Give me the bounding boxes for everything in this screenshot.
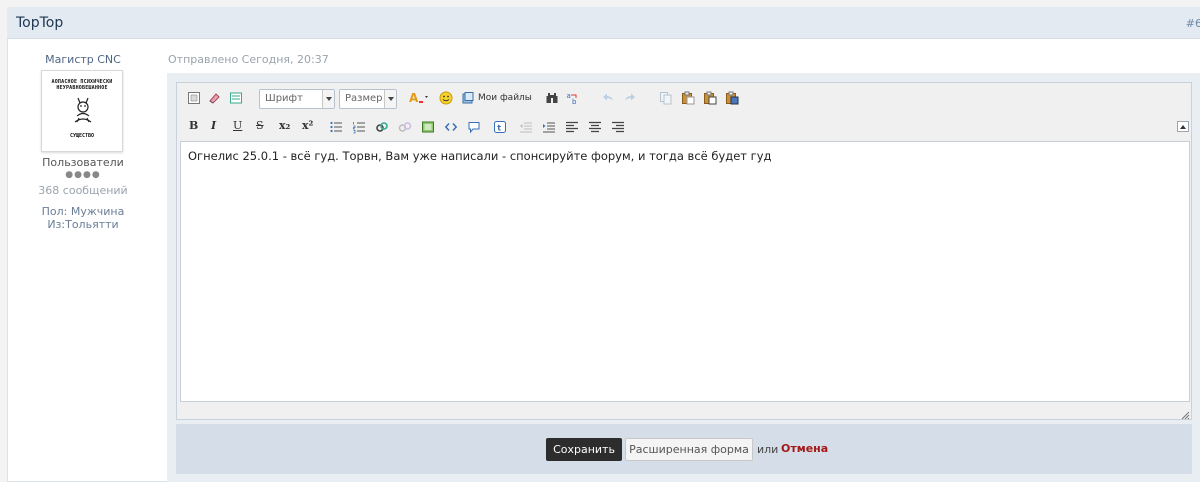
- outdent-icon[interactable]: [518, 119, 534, 135]
- topic-header: TopTop #6: [7, 7, 1200, 39]
- size-select[interactable]: Размер: [339, 89, 397, 109]
- save-button[interactable]: Сохранить: [546, 438, 622, 461]
- toolbar-collapse-button[interactable]: [1177, 121, 1189, 132]
- avatar[interactable]: АОПАСНОЕ ПСИХИЧЕСКИ НЕУРАВНОВЕШАННОЕ СУЩ…: [41, 70, 123, 152]
- superscript-button[interactable]: x²: [302, 119, 313, 132]
- post-editor-textarea[interactable]: Огнелис 25.0.1 - всё гуд. Торвн, Вам уже…: [180, 141, 1190, 402]
- avatar-caption-line-2: НЕУРАВНОВЕШАННОЕ: [56, 85, 108, 91]
- creature-icon: [74, 97, 92, 123]
- city-field: Из:Тольятти: [47, 218, 119, 231]
- paste-text-icon[interactable]: [702, 90, 718, 106]
- post-count: 368 сообщений: [38, 184, 128, 197]
- source-mode-icon[interactable]: [186, 90, 202, 106]
- svg-text:t: t: [497, 124, 501, 133]
- cancel-link[interactable]: Отмена: [781, 442, 828, 455]
- align-right-icon[interactable]: [610, 119, 626, 135]
- or-label: или: [757, 443, 779, 456]
- font-select-label: Шрифт: [265, 93, 303, 104]
- remove-format-icon[interactable]: [228, 90, 244, 106]
- topic-title[interactable]: TopTop: [16, 15, 63, 31]
- image-icon[interactable]: [420, 119, 436, 135]
- font-select[interactable]: Шрифт: [259, 89, 335, 109]
- eraser-icon[interactable]: [206, 90, 222, 106]
- post-id-link[interactable]: #6: [1186, 17, 1200, 30]
- author-panel: Магистр CNC АОПАСНОЕ ПСИХИЧЕСКИ НЕУРАВНО…: [7, 40, 159, 482]
- advanced-form-button[interactable]: Расширенная форма: [625, 438, 753, 461]
- font-color-icon[interactable]: A: [408, 90, 432, 106]
- replace-icon[interactable]: ab: [565, 90, 581, 106]
- paste-icon[interactable]: [680, 90, 696, 106]
- gender-field: Пол: Мужчина: [41, 205, 125, 218]
- svg-text:a: a: [567, 92, 571, 100]
- resize-grip-icon[interactable]: [1180, 410, 1190, 420]
- svg-text:b: b: [572, 98, 577, 105]
- my-files-label: Мои файлы: [478, 93, 532, 103]
- strikethrough-button[interactable]: S: [256, 119, 264, 132]
- code-icon[interactable]: [443, 119, 459, 135]
- bold-button[interactable]: B: [189, 119, 198, 132]
- size-select-label: Размер: [345, 93, 383, 104]
- align-left-icon[interactable]: [564, 119, 580, 135]
- binoculars-icon[interactable]: [544, 90, 560, 106]
- align-center-icon[interactable]: [587, 119, 603, 135]
- italic-button[interactable]: I: [211, 119, 216, 132]
- numbered-list-icon[interactable]: [351, 119, 367, 135]
- files-icon: [462, 92, 474, 104]
- emoticon-icon[interactable]: [438, 90, 454, 106]
- paste-word-icon[interactable]: [724, 90, 740, 106]
- indent-icon[interactable]: [541, 119, 557, 135]
- author-name[interactable]: Магистр CNC: [7, 53, 159, 66]
- avatar-caption-bottom: СУЩЕСТВО: [69, 133, 95, 139]
- redo-icon[interactable]: [622, 90, 638, 106]
- user-group: Пользователи: [42, 156, 124, 169]
- subscript-button[interactable]: x₂: [279, 119, 290, 132]
- post-date: Отправлено Сегодня, 20:37: [168, 53, 329, 66]
- link-icon[interactable]: [374, 119, 390, 135]
- chevron-down-icon: [322, 90, 334, 108]
- undo-icon[interactable]: [600, 90, 616, 106]
- svg-text:A: A: [409, 91, 419, 105]
- unlink-icon[interactable]: [397, 119, 413, 135]
- my-files-button[interactable]: Мои файлы: [461, 90, 532, 106]
- copy-icon[interactable]: [658, 90, 674, 106]
- twitter-icon[interactable]: t: [492, 119, 508, 135]
- chevron-down-icon: [384, 90, 396, 108]
- rank-pips: ●●●●: [65, 170, 101, 180]
- quote-icon[interactable]: [466, 119, 482, 135]
- underline-button[interactable]: U: [233, 119, 242, 132]
- bullet-list-icon[interactable]: [328, 119, 344, 135]
